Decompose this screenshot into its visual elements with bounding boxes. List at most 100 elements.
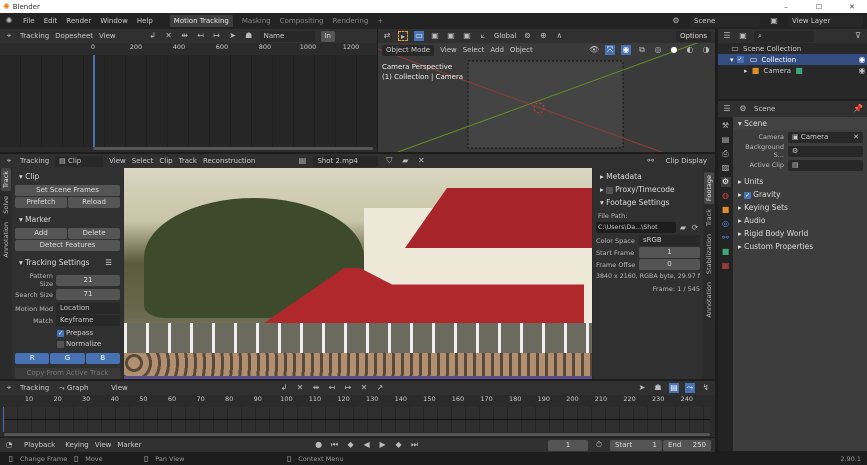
timeline-view-menu[interactable]: View	[95, 441, 112, 449]
next-keyframe-icon[interactable]: ◆	[394, 440, 404, 450]
proportional-icon[interactable]: ∧	[554, 31, 564, 41]
menu-edit[interactable]: Edit	[44, 17, 58, 25]
tab-solve[interactable]: Solve	[1, 193, 11, 217]
pin-icon[interactable]: 📌	[853, 104, 863, 114]
detect-features-button[interactable]: Detect Features	[15, 240, 120, 251]
motion-model-dropdown[interactable]: Location	[56, 303, 120, 314]
clip-panel-header[interactable]: ▾ Clip	[15, 170, 120, 183]
outliner-item-collection[interactable]: ▾✓▭Collection◉	[718, 54, 867, 65]
scene-selector[interactable]: Scene	[690, 16, 760, 27]
proxy-checkbox[interactable]	[606, 187, 613, 194]
display-mode-icon[interactable]: ☰	[722, 31, 732, 41]
viewport-menu-view[interactable]: View	[440, 46, 457, 54]
graph-mode-dropdown[interactable]: Tracking	[20, 384, 49, 392]
jump-icon[interactable]: ↲	[148, 31, 158, 41]
channel-r-toggle[interactable]: R	[15, 353, 49, 364]
rendered-shading-icon[interactable]: ◑	[701, 45, 711, 55]
copy-from-active-track-button[interactable]: Copy From Active Track	[15, 368, 120, 379]
box-select-icon[interactable]: ▭	[414, 31, 424, 41]
tab-compositing[interactable]: Compositing	[280, 17, 324, 25]
tab-annotation[interactable]: Annotation	[1, 219, 11, 261]
open-folder-icon[interactable]: ▰	[400, 156, 410, 166]
end-frame-field[interactable]: End250	[663, 440, 711, 451]
filter-layer-icon[interactable]: ▣	[738, 31, 748, 41]
dopesheet-mode-dropdown[interactable]: Tracking	[20, 32, 49, 40]
graph-view-menu[interactable]: View	[111, 384, 128, 392]
keying-sets-panel[interactable]: ▸ Keying Sets	[734, 201, 867, 214]
play-icon[interactable]: ▶	[378, 440, 388, 450]
audio-panel[interactable]: ▸ Audio	[734, 214, 867, 227]
current-frame-field[interactable]: 1	[548, 440, 588, 451]
dopesheet-type-dropdown[interactable]: Dopesheet	[55, 32, 93, 40]
clear-icon[interactable]: ✕	[164, 31, 174, 41]
ghost-icon[interactable]: ☗	[653, 383, 663, 393]
tab-annotation-right[interactable]: Annotation	[704, 279, 714, 321]
clip-menu-track[interactable]: Track	[179, 157, 197, 165]
clip-menu-reconstruction[interactable]: Reconstruction	[203, 157, 255, 165]
playhead[interactable]	[93, 55, 95, 147]
3d-viewport[interactable]: ⇄ ▸ ▭ ▣▣▣ ⟀ Global ⊚ ⊕ ∧ Options Object …	[378, 29, 715, 152]
play-reverse-icon[interactable]: ◀	[362, 440, 372, 450]
active-clip-field[interactable]: ▤	[788, 160, 863, 171]
material-shading-icon[interactable]: ◐	[685, 45, 695, 55]
minimize-button[interactable]: –	[771, 3, 801, 11]
show-error-icon[interactable]: ↯	[701, 383, 711, 393]
fake-user-icon[interactable]: ⛉	[384, 156, 394, 166]
reload-button[interactable]: Reload	[68, 197, 120, 208]
set-scene-frames-button[interactable]: Set Scene Frames	[15, 185, 120, 196]
object-mode-dropdown[interactable]: Object Mode	[382, 45, 434, 56]
scene-tab-icon[interactable]: ⚙	[721, 177, 731, 187]
playback-menu[interactable]: Playback	[20, 440, 59, 451]
clip-mode-dropdown[interactable]: Tracking	[20, 157, 49, 165]
editor-type-icon[interactable]: ⌖	[4, 383, 14, 393]
tab-masking[interactable]: Masking	[242, 17, 271, 25]
world-tab-icon[interactable]: ◍	[721, 191, 731, 201]
file-path-field[interactable]: C:\Users\Da...\Shot 2.mp4	[596, 222, 676, 233]
pivot-icon[interactable]: ⊚	[522, 31, 532, 41]
scene-icon[interactable]: ⚙	[671, 16, 681, 26]
graph-playhead[interactable]	[3, 407, 4, 432]
clear-icon[interactable]: ✕	[295, 383, 305, 393]
start-frame-field[interactable]: Start1	[610, 440, 662, 451]
wireframe-shading-icon[interactable]: ◎	[653, 45, 663, 55]
channel-g-toggle[interactable]: G	[50, 353, 84, 364]
record-icon[interactable]: ●	[314, 440, 324, 450]
tab-stabilization[interactable]: Stabilization	[704, 231, 714, 277]
expand-icon[interactable]: ▸	[744, 67, 748, 75]
prev-icon[interactable]: ↤	[196, 31, 206, 41]
view-layer-icon[interactable]: ▣	[769, 16, 779, 26]
prev-icon[interactable]: ↤	[327, 383, 337, 393]
marker-menu[interactable]: Marker	[117, 441, 141, 449]
prepass-checkbox[interactable]: ✓Prepass	[57, 328, 120, 339]
dopesheet-scrollbar[interactable]	[93, 147, 373, 150]
visibility-icon[interactable]: 👁	[589, 45, 599, 55]
clip-menu-select[interactable]: Select	[132, 157, 154, 165]
dopesheet-channels[interactable]	[0, 55, 377, 147]
tab-track[interactable]: Track	[704, 206, 714, 229]
dopesheet-view-menu[interactable]: View	[99, 32, 116, 40]
maximize-button[interactable]: ☐	[804, 3, 834, 11]
clip-display-dropdown[interactable]: Clip Display	[662, 156, 711, 167]
show-frames-icon[interactable]: ▤	[669, 383, 679, 393]
clip-name-field[interactable]: Shot 2.mp4	[313, 156, 378, 167]
invert-toggle[interactable]: In	[321, 31, 335, 42]
clip-view-dropdown[interactable]: ▤ Clip	[55, 156, 103, 167]
start-frame-field[interactable]: 1	[639, 247, 700, 258]
outliner-item-camera[interactable]: ▸■Camera■◉	[718, 65, 867, 76]
constraint-tab-icon[interactable]: ⚯	[721, 233, 731, 243]
delete-marker-button[interactable]: Delete	[68, 228, 120, 239]
tracking-settings-header[interactable]: ▾ Tracking Settings☰	[15, 256, 120, 269]
viewport-menu-add[interactable]: Add	[490, 46, 504, 54]
channel-b-toggle[interactable]: B	[86, 353, 120, 364]
solid-shading-icon[interactable]: ●	[669, 45, 679, 55]
gravity-panel[interactable]: ▸ ✓Gravity	[734, 188, 867, 201]
orientation-icon[interactable]: ⟀	[478, 31, 488, 41]
clear-path-icon[interactable]: ✕	[359, 383, 369, 393]
menu-file[interactable]: File	[23, 17, 35, 25]
select-mode-icon[interactable]: ▣	[462, 31, 472, 41]
menu-render[interactable]: Render	[66, 17, 91, 25]
sort-dropdown[interactable]: Name	[260, 31, 315, 42]
add-marker-button[interactable]: Add	[15, 228, 67, 239]
select-icon[interactable]: ➤	[637, 383, 647, 393]
collection-checkbox[interactable]: ✓	[737, 56, 744, 63]
